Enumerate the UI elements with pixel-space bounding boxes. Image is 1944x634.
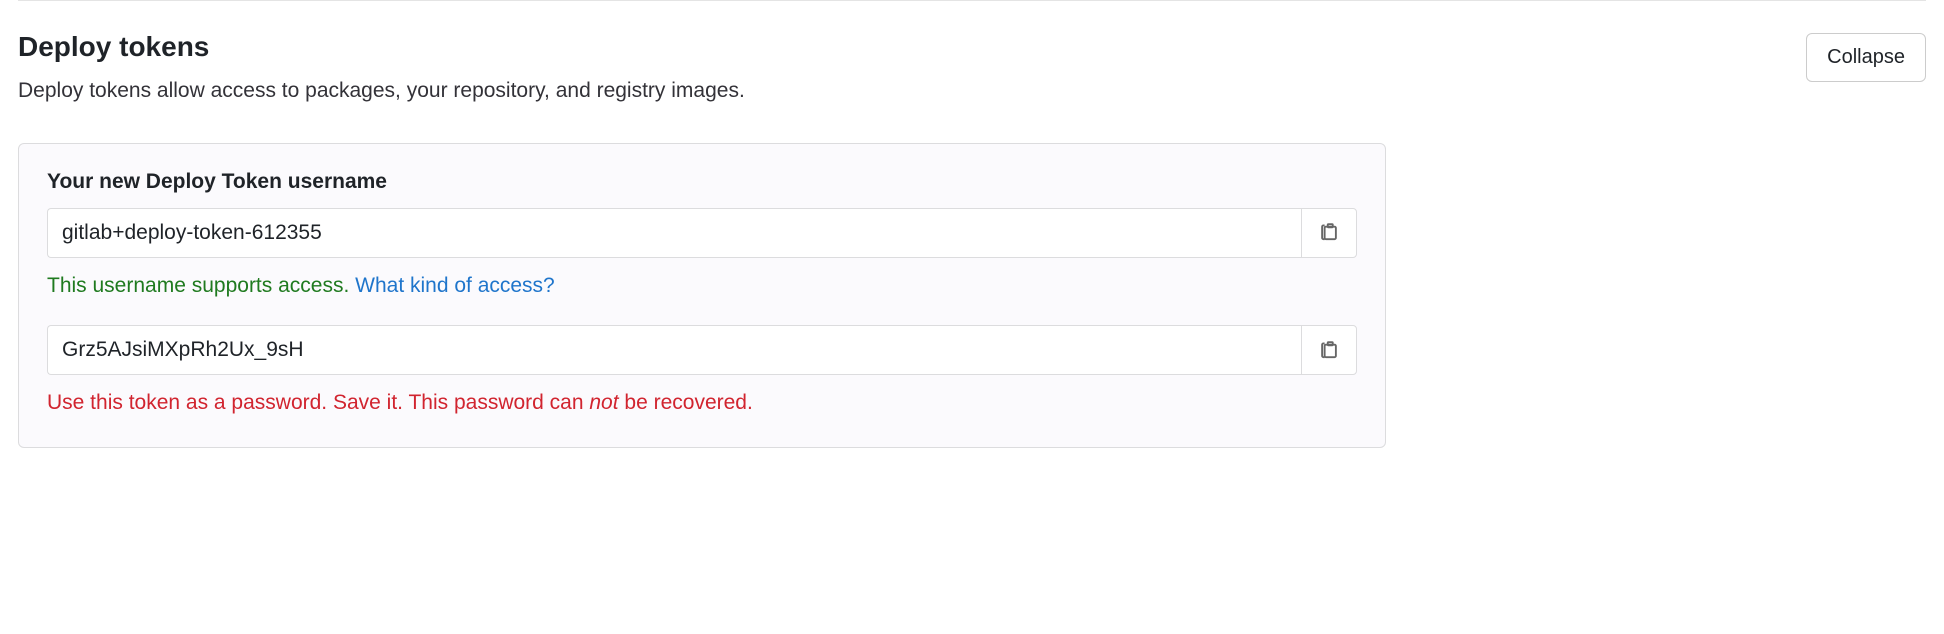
copy-token-button[interactable]	[1301, 325, 1357, 375]
header-text: Deploy tokens Deploy tokens allow access…	[18, 31, 1786, 107]
section-description: Deploy tokens allow access to packages, …	[18, 75, 1786, 107]
token-field-block: Use this token as a password. Save it. T…	[47, 325, 1357, 419]
token-warning: Use this token as a password. Save it. T…	[47, 387, 1357, 419]
clipboard-icon	[1319, 339, 1339, 362]
username-help: This username supports access. What kind…	[47, 270, 1357, 302]
username-input[interactable]	[47, 208, 1301, 258]
username-label: Your new Deploy Token username	[47, 170, 1357, 194]
token-input[interactable]	[47, 325, 1301, 375]
username-help-link[interactable]: What kind of access?	[355, 274, 555, 297]
section-header: Deploy tokens Deploy tokens allow access…	[18, 31, 1926, 107]
deploy-tokens-section: Deploy tokens Deploy tokens allow access…	[0, 1, 1944, 448]
token-warning-prefix: Use this token as a password. Save it. T…	[47, 391, 589, 414]
username-input-row	[47, 208, 1357, 258]
token-input-row	[47, 325, 1357, 375]
token-warning-suffix: be recovered.	[619, 391, 753, 414]
clipboard-icon	[1319, 221, 1339, 244]
collapse-button[interactable]: Collapse	[1806, 33, 1926, 82]
new-token-panel: Your new Deploy Token username	[18, 143, 1386, 448]
main-content: Deploy tokens Deploy tokens allow access…	[18, 31, 1926, 448]
username-field-block: Your new Deploy Token username	[47, 170, 1357, 302]
section-title: Deploy tokens	[18, 31, 1786, 63]
copy-username-button[interactable]	[1301, 208, 1357, 258]
token-warning-emphasis: not	[589, 391, 618, 414]
username-help-text: This username supports access.	[47, 274, 355, 297]
